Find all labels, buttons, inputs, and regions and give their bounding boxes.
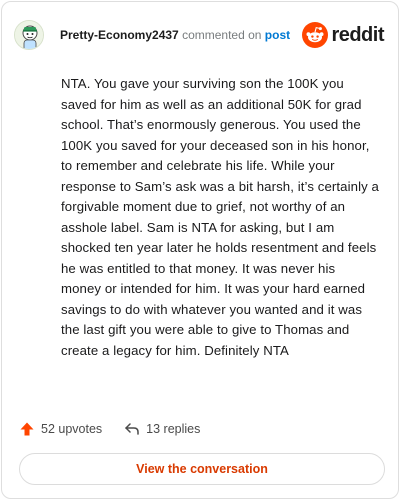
avatar[interactable]: [14, 20, 44, 50]
view-conversation-button[interactable]: View the conversation: [19, 453, 385, 485]
commented-on-text: commented on: [182, 28, 262, 42]
replies-button[interactable]: 13 replies: [124, 422, 200, 436]
comment-actions: 52 upvotes 13 replies: [19, 418, 200, 440]
avatar-icon: [15, 21, 43, 49]
reddit-logo[interactable]: reddit: [302, 22, 384, 48]
upvote-count: 52 upvotes: [41, 422, 103, 436]
reddit-logo-icon: [302, 22, 329, 48]
upvote-arrow-icon: [20, 422, 34, 436]
reply-count: 13 replies: [146, 422, 201, 436]
reply-arrow-icon: [125, 423, 139, 435]
comment-card: Pretty-Economy2437 commented on post red…: [1, 1, 399, 499]
post-link[interactable]: post: [265, 28, 290, 42]
comment-header: Pretty-Economy2437 commented on post red…: [14, 16, 386, 54]
comment-body: NTA. You gave your surviving son the 100…: [61, 76, 379, 358]
byline: Pretty-Economy2437 commented on post: [60, 28, 290, 42]
reddit-wordmark: reddit: [331, 24, 384, 46]
upvote-button[interactable]: 52 upvotes: [19, 421, 102, 437]
username[interactable]: Pretty-Economy2437: [60, 28, 179, 42]
